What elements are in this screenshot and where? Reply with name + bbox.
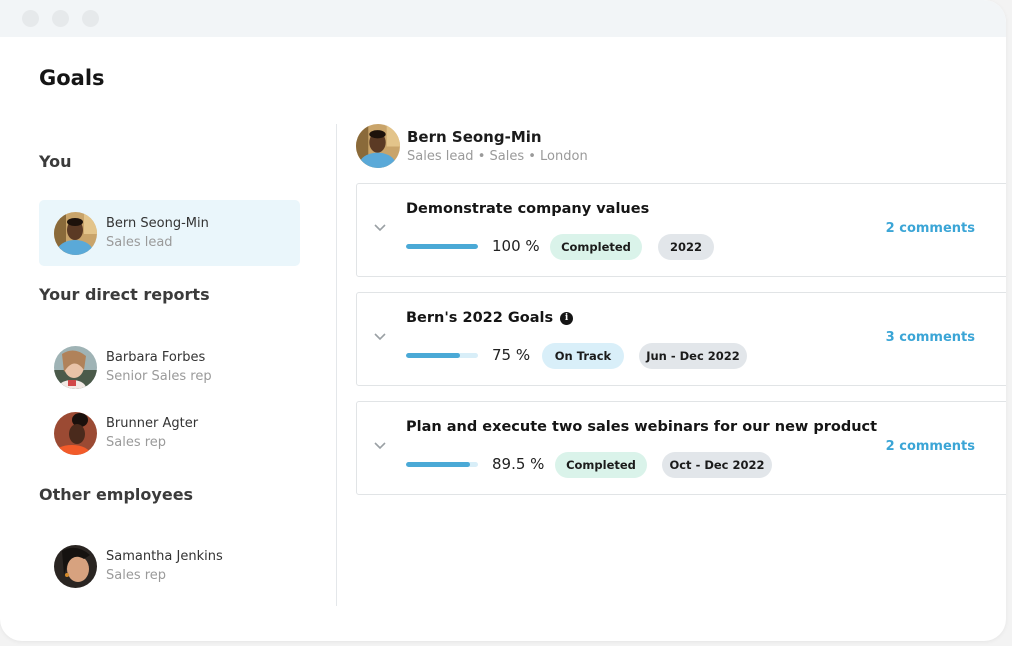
sidebar-person-samantha[interactable]: Samantha Jenkins Sales rep: [39, 533, 300, 599]
owner-subtitle: Sales lead • Sales • London: [407, 149, 588, 164]
window-minimize-button[interactable]: [52, 10, 69, 27]
goal-title-text: Plan and execute two sales webinars for …: [406, 419, 878, 435]
progress-fill: [406, 462, 471, 467]
window-maximize-button[interactable]: [82, 10, 99, 27]
progress-bar: [406, 462, 478, 467]
goal-card[interactable]: Demonstrate company values 100 % Complet…: [356, 183, 1006, 277]
status-badge: Completed: [550, 234, 642, 260]
progress-bar: [406, 353, 478, 358]
progress-percent: 100 %: [492, 237, 540, 255]
avatar: [54, 346, 97, 389]
period-badge: 2022: [658, 234, 714, 260]
owner-name: Bern Seong-Min: [407, 128, 542, 146]
progress-percent: 75 %: [492, 346, 531, 364]
comments-link[interactable]: 2 comments: [886, 221, 975, 236]
person-role: Senior Sales rep: [106, 369, 212, 384]
goal-card[interactable]: Plan and execute two sales webinars for …: [356, 401, 1006, 495]
progress-bar: [406, 244, 478, 249]
period-badge: Oct - Dec 2022: [662, 452, 772, 478]
period-badge: Jun - Dec 2022: [639, 343, 747, 369]
chevron-down-icon[interactable]: [374, 333, 388, 343]
progress-percent: 89.5 %: [492, 455, 545, 473]
progress-fill: [406, 353, 460, 358]
app-window: Goals You Bern Seong-Min Sales lead Your…: [0, 0, 1006, 641]
goal-title: Demonstrate company values: [406, 201, 649, 217]
avatar: [54, 412, 97, 455]
status-badge: On Track: [542, 343, 624, 369]
page-title: Goals: [39, 66, 105, 90]
avatar: [54, 545, 97, 588]
section-heading-direct-reports: Your direct reports: [39, 285, 210, 304]
sidebar-person-bern[interactable]: Bern Seong-Min Sales lead: [39, 200, 300, 266]
sidebar-person-barbara[interactable]: Barbara Forbes Senior Sales rep: [39, 334, 300, 400]
sidebar-divider: [336, 124, 337, 606]
person-name: Brunner Agter: [106, 416, 199, 431]
info-icon[interactable]: i: [560, 311, 574, 325]
status-badge: Completed: [555, 452, 647, 478]
avatar: [54, 212, 97, 255]
avatar: [356, 124, 400, 168]
progress-fill: [406, 244, 478, 249]
person-name: Samantha Jenkins: [106, 549, 223, 564]
title-bar: [0, 0, 1006, 37]
person-name: Barbara Forbes: [106, 350, 206, 365]
person-role: Sales rep: [106, 568, 167, 583]
person-role: Sales lead: [106, 235, 173, 250]
chevron-down-icon[interactable]: [374, 442, 388, 452]
section-heading-you: You: [39, 152, 72, 171]
goal-title: Plan and execute two sales webinars for …: [406, 419, 877, 435]
comments-link[interactable]: 2 comments: [886, 439, 975, 454]
person-name: Bern Seong-Min: [106, 216, 209, 231]
goal-card[interactable]: Bern's 2022 Goals i 75 % On Track Jun - …: [356, 292, 1006, 386]
goal-title-text: Bern's 2022 Goals: [406, 310, 554, 326]
chevron-down-icon[interactable]: [374, 224, 388, 234]
comments-link[interactable]: 3 comments: [886, 330, 975, 345]
person-role: Sales rep: [106, 435, 167, 450]
goal-title: Bern's 2022 Goals i: [406, 310, 574, 326]
goal-title-text: Demonstrate company values: [406, 201, 650, 217]
sidebar-person-brunner[interactable]: Brunner Agter Sales rep: [39, 400, 300, 466]
window-close-button[interactable]: [22, 10, 39, 27]
goals-owner-header: Bern Seong-Min Sales lead • Sales • Lond…: [356, 124, 1006, 172]
section-heading-other-employees: Other employees: [39, 485, 194, 504]
